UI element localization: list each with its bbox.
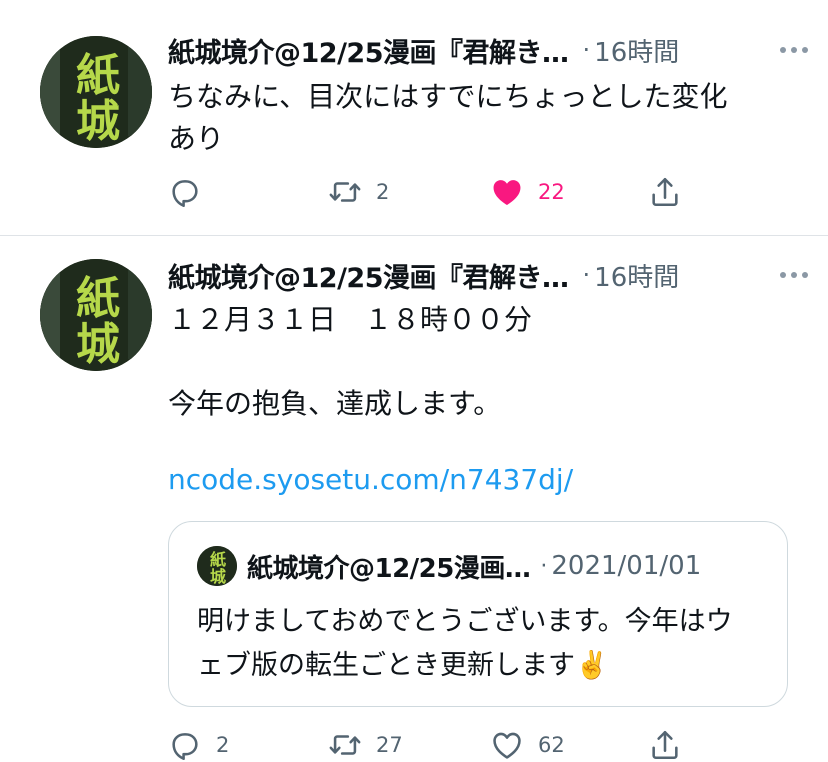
avatar-glyph: 紙 xyxy=(76,273,120,324)
heart-icon xyxy=(493,732,521,759)
separator: · xyxy=(540,553,548,579)
like-count: 62 xyxy=(538,733,565,757)
reply-button[interactable]: 2 xyxy=(168,725,229,762)
tweet-text: ちなみに、目次にはすでにちょっとした変化 あり xyxy=(168,80,728,155)
tweet-header: 紙城境介@12/25漫画『君解き… · 16時間 xyxy=(168,30,808,70)
quote-tweet[interactable]: 紙 城 紙城境介@12/25漫画… · 2021/01/01 明けましておめでと… xyxy=(168,521,788,707)
author-name[interactable]: 紙城境介@12/25漫画『君解き… xyxy=(168,31,569,70)
timestamp[interactable]: 16時間 xyxy=(594,257,679,294)
share-button[interactable] xyxy=(648,172,682,212)
share-button[interactable] xyxy=(648,725,682,762)
quote-author-name: 紙城境介@12/25漫画… xyxy=(247,553,531,584)
tweet-link[interactable]: ncode.syosetu.com/n7437dj/ xyxy=(168,463,573,496)
avatar-glyph: 紙 xyxy=(76,50,120,101)
avatar[interactable]: 紙 城 xyxy=(40,259,152,371)
reply-icon xyxy=(172,180,198,208)
like-count: 22 xyxy=(538,180,565,204)
retweet-button[interactable]: 27 xyxy=(328,725,403,762)
separator: · xyxy=(582,261,591,289)
quote-header: 紙 城 紙城境介@12/25漫画… · 2021/01/01 xyxy=(197,546,747,586)
retweet-icon xyxy=(329,735,361,755)
heart-icon xyxy=(493,180,521,206)
tweet[interactable]: 紙 城 紙城境介@12/25漫画『君解き… · 16時間 ちなみに、目次にはすで… xyxy=(0,0,828,236)
action-bar: 2 22 xyxy=(168,172,698,212)
like-button[interactable]: 22 xyxy=(490,172,565,212)
tweet[interactable]: 紙 城 紙城境介@12/25漫画『君解き… · 16時間 １２月３１日 １８時０… xyxy=(0,237,828,762)
avatar[interactable]: 紙 城 xyxy=(40,36,152,148)
retweet-count: 2 xyxy=(376,180,390,204)
reply-icon xyxy=(172,733,198,761)
quote-date: 2021/01/01 xyxy=(551,551,702,581)
like-button[interactable]: 62 xyxy=(490,725,565,762)
more-icon[interactable] xyxy=(780,30,808,70)
avatar-glyph: 城 xyxy=(76,96,120,147)
retweet-icon xyxy=(329,182,361,202)
share-icon xyxy=(652,177,678,207)
retweet-button[interactable]: 2 xyxy=(328,172,389,212)
tweet-text: １２月３１日 １８時００分 今年の抱負、達成します。 xyxy=(168,303,533,420)
action-bar: 2 27 62 xyxy=(168,725,698,762)
timestamp[interactable]: 16時間 xyxy=(594,32,679,69)
quote-avatar: 紙 城 xyxy=(197,546,237,586)
quote-text: 明けましておめでとうございます。今年はウェブ版の転生ごとき更新します✌️ xyxy=(197,606,733,681)
tweet-header: 紙城境介@12/25漫画『君解き… · 16時間 xyxy=(168,255,808,295)
share-icon xyxy=(652,730,678,760)
reply-button[interactable] xyxy=(168,172,216,212)
reply-count: 2 xyxy=(216,733,230,757)
avatar-glyph: 城 xyxy=(76,319,120,370)
retweet-count: 27 xyxy=(376,733,403,757)
more-icon[interactable] xyxy=(780,255,808,295)
separator: · xyxy=(582,36,591,64)
avatar-glyph: 城 xyxy=(210,567,226,586)
author-name[interactable]: 紙城境介@12/25漫画『君解き… xyxy=(168,256,569,295)
